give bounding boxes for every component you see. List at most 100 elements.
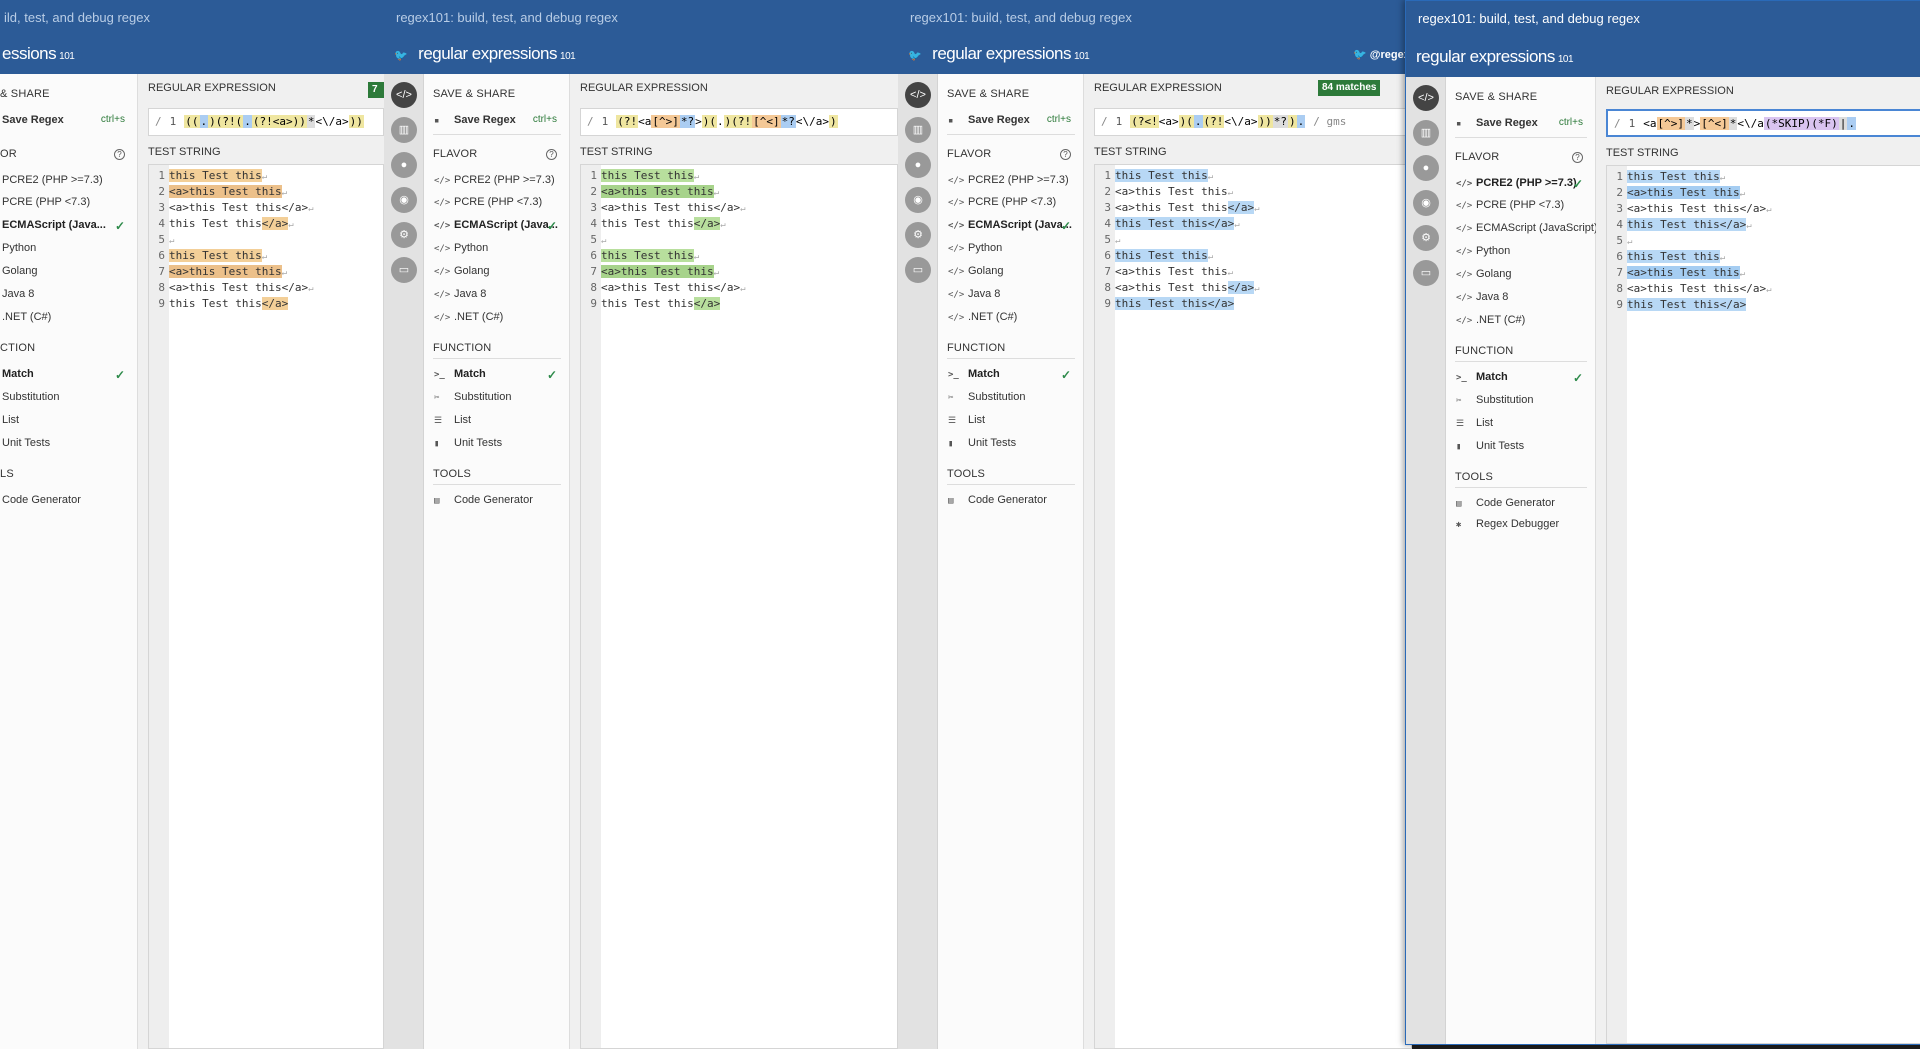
flavor-pcre[interactable]: PCRE (PHP <7.3) — [2, 196, 129, 214]
flavor-dotnet[interactable]: </> .NET (C#) — [948, 311, 1075, 329]
window-title: regex101: build, test, and debug regex — [1406, 1, 1920, 39]
function-match[interactable]: >_ Match ✓ — [434, 368, 561, 386]
flavor-pcre2[interactable]: PCRE2 (PHP >=7.3) — [2, 174, 129, 192]
test-string-editor[interactable]: 1 this Test this↵ 2 <a>this Test this↵ 3 <a… — [1094, 164, 1412, 1049]
test-line: 3 <a>this Test this</a>↵ — [590, 201, 746, 214]
function-unit-tests[interactable]: Unit Tests — [2, 437, 129, 455]
flavor-python[interactable]: Python — [2, 242, 129, 260]
function-list[interactable]: ☰ List — [948, 414, 1075, 432]
flavor-java8[interactable]: Java 8 — [2, 288, 129, 306]
library-icon[interactable]: ▥ — [905, 117, 931, 143]
test-string-editor[interactable]: 1 this Test this↵ 2 <a>this Test this↵ 3 <a… — [1606, 165, 1920, 1044]
function-unit-tests[interactable]: ▮ Unit Tests — [434, 437, 561, 455]
test-line: 1 this Test this↵ — [1616, 170, 1726, 183]
tool-code-generator[interactable]: ▤ Code Generator — [434, 494, 561, 512]
save-regex-button[interactable]: ▪ Save Regex ctrl+s — [948, 114, 1075, 132]
user-icon[interactable]: ● — [391, 152, 417, 178]
flavor-java8[interactable]: </> Java 8 — [1456, 291, 1587, 309]
flavor-python[interactable]: </> Python — [434, 242, 561, 260]
twitter-icon[interactable]: 🐦 — [394, 50, 408, 62]
flavor-pcre2[interactable]: </> PCRE2 (PHP >=7.3) — [948, 174, 1075, 192]
flavor-ecmascript[interactable]: ECMAScript (Java... ✓ — [2, 219, 129, 237]
flavor-ecmascript[interactable]: </> ECMAScript (JavaScript) — [1456, 222, 1598, 240]
flavor-ecmascript[interactable]: </> ECMAScript (Java... ✓ — [948, 219, 1075, 237]
regex-input[interactable]: /1 (?<!<a>)(. (?!<\/a>)) *?). / gms — [1094, 108, 1412, 136]
regex-input[interactable]: /1((.)(?!(. (?!<a>)) *<\/a>)) — [148, 108, 384, 136]
flavor-java8[interactable]: </> Java 8 — [948, 288, 1075, 306]
settings-icon[interactable]: ⚙ — [1413, 225, 1439, 251]
function-substitution[interactable]: Substitution — [2, 391, 129, 409]
function-unit-tests[interactable]: ▮ Unit Tests — [948, 437, 1075, 455]
function-unit-tests[interactable]: ▮ Unit Tests — [1456, 440, 1587, 458]
test-string-editor[interactable]: 1 this Test this↵ 2 <a>this Test this↵ 3 <a… — [148, 164, 384, 1049]
flavor-java8[interactable]: </> Java 8 — [434, 288, 561, 306]
logo[interactable]: regular expressions 101 — [1416, 47, 1574, 66]
flavor-golang[interactable]: </> Golang — [948, 265, 1075, 283]
chat-icon[interactable]: ▭ — [905, 257, 931, 283]
twitter-icon[interactable]: 🐦 — [908, 50, 922, 62]
function-match[interactable]: >_ Match ✓ — [1456, 371, 1587, 389]
community-icon[interactable]: ◉ — [1413, 190, 1439, 216]
flavor-golang[interactable]: </> Golang — [434, 265, 561, 283]
tool-code-generator[interactable]: ▤ Code Generator — [948, 494, 1075, 512]
function-match[interactable]: >_ Match ✓ — [948, 368, 1075, 386]
flavor-pcre[interactable]: </> PCRE (PHP <7.3) — [948, 196, 1075, 214]
function-list[interactable]: ☰ List — [1456, 417, 1587, 435]
flavor-pcre[interactable]: </> PCRE (PHP <7.3) — [434, 196, 561, 214]
help-icon[interactable]: ? — [1572, 152, 1583, 163]
flavor-dotnet[interactable]: .NET (C#) — [2, 311, 129, 329]
flavor-pcre2[interactable]: </> PCRE2 (PHP >=7.3) — [434, 174, 561, 192]
community-icon[interactable]: ◉ — [905, 187, 931, 213]
test-string-editor[interactable]: 1 this Test this↵ 2 <a>this Test this↵ 3 <a… — [580, 164, 898, 1049]
flavor-python[interactable]: </> Python — [948, 242, 1075, 260]
logo[interactable]: regular expressions 101 — [418, 44, 576, 63]
tool-code-generator[interactable]: Code Generator — [2, 494, 129, 512]
flavor-pcre2[interactable]: </> PCRE2 (PHP >=7.3) ✓ — [1456, 177, 1587, 195]
test-line: 8 <a>this Test this</a>↵ — [158, 281, 314, 294]
user-icon[interactable]: ● — [905, 152, 931, 178]
help-icon[interactable]: ? — [1060, 149, 1071, 160]
function-list[interactable]: ☰ List — [434, 414, 561, 432]
help-icon[interactable]: ? — [114, 149, 125, 160]
user-icon[interactable]: ● — [1413, 155, 1439, 181]
icon-bar: </> ▥ ● ◉ ⚙ ▭ — [898, 74, 938, 1049]
function-substitution[interactable]: ✂ Substitution — [1456, 394, 1587, 412]
flavor-ecmascript[interactable]: </> ECMAScript (Java... ✓ — [434, 219, 561, 237]
check-icon: ✓ — [1060, 219, 1071, 233]
community-icon[interactable]: ◉ — [391, 187, 417, 213]
logo[interactable]: regular expressions 101 — [932, 44, 1090, 63]
twitter-handle[interactable]: 🐦 @regex — [1353, 48, 1410, 61]
tool-regex-debugger[interactable]: ✱ Regex Debugger — [1456, 518, 1587, 536]
chat-icon[interactable]: ▭ — [391, 257, 417, 283]
flavor-golang[interactable]: Golang — [2, 265, 129, 283]
library-icon[interactable]: ▥ — [391, 117, 417, 143]
function-match[interactable]: Match ✓ — [2, 368, 129, 386]
regex-input[interactable]: /1 (?!<a[^>] *?>)(.)(?! [^<] *?<\/a>) — [580, 108, 898, 136]
flavor-python[interactable]: </> Python — [1456, 245, 1587, 263]
chat-icon[interactable]: ▭ — [1413, 260, 1439, 286]
regex-input[interactable]: /1 <a[^>] *>[^<] *<\/a(*SKIP)(*F) |. — [1606, 109, 1920, 137]
test-line: 6 this Test this↵ — [590, 249, 700, 262]
settings-icon[interactable]: ⚙ — [905, 222, 931, 248]
library-icon[interactable]: ▥ — [1413, 120, 1439, 146]
save-regex-button[interactable]: ▪ Save Regex ctrl+s — [434, 114, 561, 132]
help-icon[interactable]: ? — [546, 149, 557, 160]
settings-icon[interactable]: ⚙ — [391, 222, 417, 248]
flavor-heading: FLAVOR — [433, 148, 478, 160]
function-list[interactable]: List — [2, 414, 129, 432]
test-string-label: TEST STRING — [148, 146, 221, 158]
flavor-dotnet[interactable]: </> .NET (C#) — [434, 311, 561, 329]
code-icon[interactable]: </> — [905, 82, 931, 108]
save-regex-button[interactable]: Save Regex ctrl+s — [2, 114, 129, 132]
function-heading: FUNCTION — [1455, 345, 1514, 357]
function-substitution[interactable]: ✂ Substitution — [948, 391, 1075, 409]
flavor-dotnet[interactable]: </> .NET (C#) — [1456, 314, 1587, 332]
code-icon[interactable]: </> — [391, 82, 417, 108]
tool-code-generator[interactable]: ▤ Code Generator — [1456, 497, 1587, 515]
flavor-golang[interactable]: </> Golang — [1456, 268, 1587, 286]
function-substitution[interactable]: ✂ Substitution — [434, 391, 561, 409]
logo[interactable]: essions 101 — [2, 44, 75, 63]
code-icon[interactable]: </> — [1413, 85, 1439, 111]
flavor-pcre[interactable]: </> PCRE (PHP <7.3) — [1456, 199, 1587, 217]
save-regex-button[interactable]: ▪ Save Regex ctrl+s — [1456, 117, 1587, 135]
